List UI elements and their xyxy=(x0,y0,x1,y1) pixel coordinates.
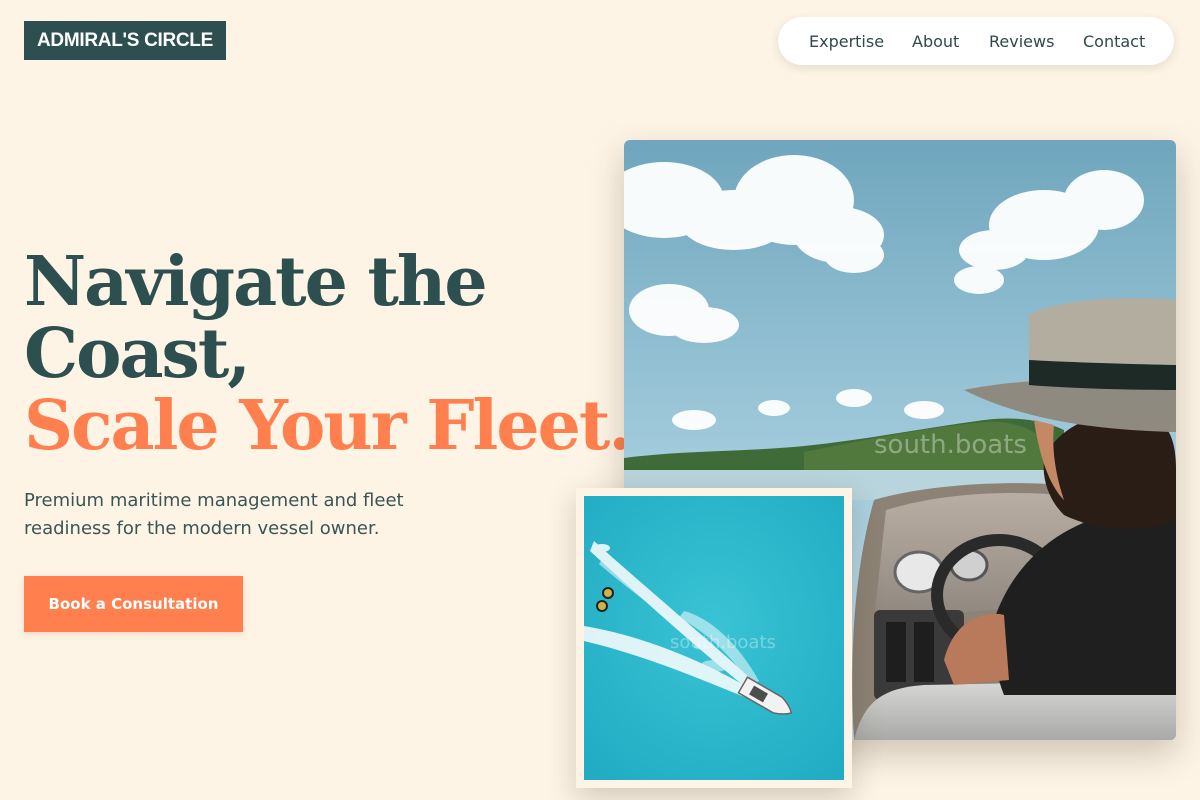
hero-headline-line-1: Navigate the xyxy=(24,242,488,322)
landing-page: ADMIRAL'S CIRCLE Expertise About Reviews… xyxy=(0,0,1200,800)
brand-logo-text: ADMIRAL'S CIRCLE xyxy=(37,29,213,51)
nav-link-contact[interactable]: Contact xyxy=(1083,17,1145,65)
inset-photo-watermark: south.boats xyxy=(670,632,776,653)
main-photo-watermark: south.boats xyxy=(874,430,1027,460)
nav-link-expertise[interactable]: Expertise xyxy=(809,17,884,65)
hero-headline: Navigate the Coast, Scale Your Fleet. xyxy=(24,242,632,466)
nav-link-reviews[interactable]: Reviews xyxy=(989,17,1054,65)
brand-logo[interactable]: ADMIRAL'S CIRCLE xyxy=(24,21,226,60)
hero-headline-line-2: Coast, xyxy=(24,314,251,394)
top-nav: Expertise About Reviews Contact xyxy=(778,17,1174,65)
hero-headline-accent: Scale Your Fleet. xyxy=(24,386,632,466)
nav-link-about[interactable]: About xyxy=(912,17,959,65)
hero-subtitle: Premium maritime management and fleet re… xyxy=(24,490,404,539)
book-consultation-button[interactable]: Book a Consultation xyxy=(24,576,243,632)
inset-photo-speedboat: south.boats xyxy=(576,488,852,788)
speedboat-aerial-illustration: south.boats xyxy=(584,496,844,780)
